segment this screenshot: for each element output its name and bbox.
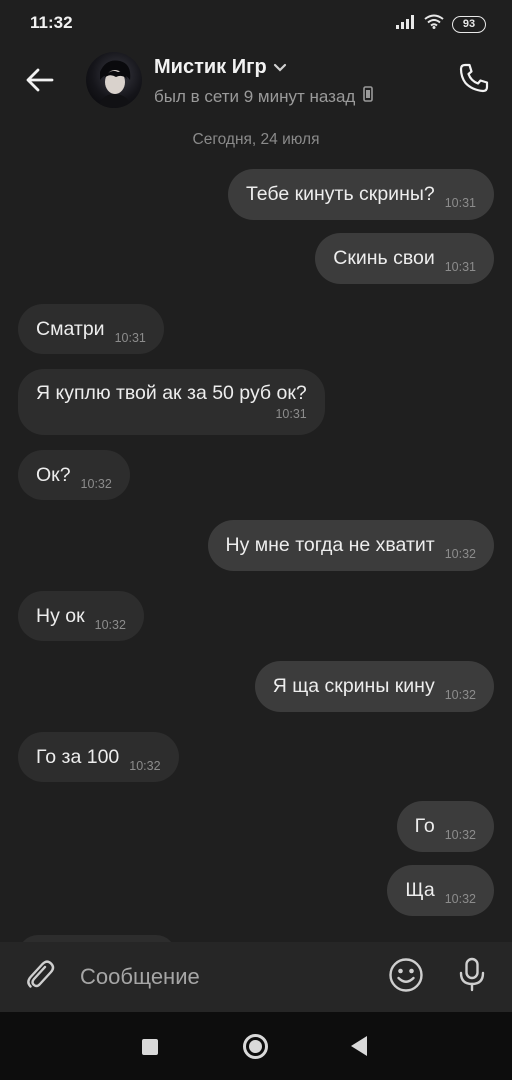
message-time: 10:32 <box>94 618 126 632</box>
message-bubble-incoming[interactable]: Ну ок 10:32 <box>18 591 144 641</box>
recent-apps-button[interactable] <box>142 1039 158 1055</box>
phone-icon <box>458 62 490 99</box>
message-bubble-outgoing[interactable]: Ну мне тогда не хватит 10:32 <box>207 520 494 571</box>
message-bubble-incoming[interactable]: Го за 100 10:32 <box>18 732 179 782</box>
message-bubble-outgoing[interactable]: Скинь свои 10:31 <box>315 233 494 284</box>
home-button[interactable] <box>243 1034 268 1059</box>
message-text: Ну ок <box>36 605 85 627</box>
attach-button[interactable] <box>20 957 60 997</box>
home-dot <box>249 1040 262 1053</box>
battery-indicator: 93 <box>452 15 486 33</box>
message-time: 10:32 <box>444 828 476 842</box>
contact-name-row[interactable]: Мистик Игр <box>154 56 287 79</box>
message-bubble-incoming[interactable]: Я куплю твой ак за 50 руб ок? 10:31 <box>18 369 325 435</box>
chat-header: Мистик Игр был в сети 9 минут назад <box>0 48 512 120</box>
message-text: Го за 100 <box>36 746 120 768</box>
message-bubble-incoming[interactable]: Ок? 10:32 <box>18 450 130 500</box>
message-composer <box>0 942 512 1012</box>
mobile-device-icon <box>363 86 374 107</box>
message-time: 10:31 <box>444 196 476 210</box>
back-button[interactable] <box>20 62 60 102</box>
message-bubble-outgoing[interactable]: Тебе кинуть скрины? 10:31 <box>227 169 494 220</box>
message-time: 10:32 <box>80 477 112 491</box>
microphone-icon <box>457 957 487 998</box>
voice-message-button[interactable] <box>453 957 491 997</box>
message-time: 10:32 <box>444 688 476 702</box>
status-bar: 11:32 93 <box>0 0 512 48</box>
message-bubble-outgoing[interactable]: Ща 10:32 <box>387 865 494 916</box>
message-input[interactable] <box>80 960 360 994</box>
message-time: 10:31 <box>444 260 476 274</box>
message-bubble-outgoing[interactable]: Го 10:32 <box>396 801 494 852</box>
contact-status-row: был в сети 9 минут назад <box>154 86 374 107</box>
message-text: Ок? <box>36 464 71 486</box>
system-navigation-bar <box>0 1012 512 1080</box>
message-time: 10:31 <box>275 407 307 421</box>
message-bubble-incoming[interactable]: Сматри 10:31 <box>18 304 164 354</box>
avatar[interactable] <box>86 52 142 108</box>
message-text: Го <box>414 815 435 837</box>
message-time: 10:32 <box>444 892 476 906</box>
contact-status: был в сети 9 минут назад <box>154 86 356 106</box>
message-time: 10:32 <box>129 759 161 773</box>
smiley-icon <box>388 957 424 998</box>
arrow-left-icon <box>26 68 54 97</box>
message-text: Сматри <box>36 318 105 340</box>
message-list[interactable]: Сегодня, 24 июля Тебе кинуть скрины? 10:… <box>0 120 512 942</box>
message-bubble-incoming-partial[interactable] <box>18 935 176 942</box>
signal-icon <box>396 14 416 34</box>
contact-name: Мистик Игр <box>154 56 267 78</box>
message-time: 10:31 <box>114 331 146 345</box>
message-text: Я ща скрины кину <box>272 675 435 697</box>
message-text: Ща <box>405 879 435 901</box>
chat-screen: 11:32 93 Мистик Игр был в сети 9 минут н… <box>0 0 512 1080</box>
system-back-button[interactable] <box>351 1036 367 1056</box>
emoji-button[interactable] <box>388 957 424 998</box>
call-button[interactable] <box>454 60 494 100</box>
status-time: 11:32 <box>30 13 73 32</box>
message-time: 10:32 <box>444 547 476 561</box>
status-icons: 93 <box>396 14 486 34</box>
message-text: Ну мне тогда не хватит <box>225 534 435 556</box>
message-text: Я куплю твой ак за 50 руб ок? <box>36 382 307 404</box>
chevron-down-icon <box>273 56 287 79</box>
date-separator: Сегодня, 24 июля <box>192 131 320 148</box>
wifi-icon <box>424 14 444 34</box>
message-text: Скинь свои <box>333 247 435 269</box>
message-bubble-outgoing[interactable]: Я ща скрины кину 10:32 <box>254 661 494 712</box>
message-text: Тебе кинуть скрины? <box>245 183 435 205</box>
paperclip-icon <box>23 958 57 997</box>
